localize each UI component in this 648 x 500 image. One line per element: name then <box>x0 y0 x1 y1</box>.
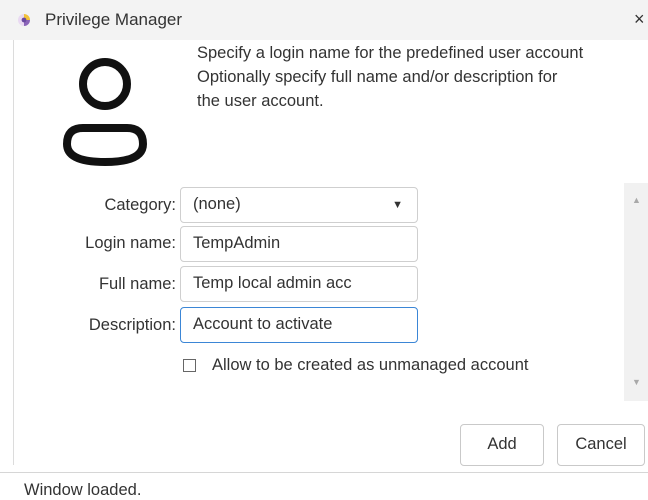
instructions-text: Specify a login name for the predefined … <box>197 44 584 110</box>
scroll-down-arrow-icon[interactable]: ▼ <box>632 377 641 387</box>
login-name-input[interactable]: TempAdmin <box>180 226 418 262</box>
category-select[interactable]: (none) ▼ <box>180 187 418 223</box>
category-label: Category: <box>104 196 176 214</box>
login-name-value: TempAdmin <box>193 234 281 252</box>
unmanaged-account-checkbox[interactable] <box>183 359 196 372</box>
status-text: Window loaded. <box>24 481 142 499</box>
chevron-down-icon: ▼ <box>392 199 403 211</box>
category-value: (none) <box>193 195 241 213</box>
full-name-value: Temp local admin acc <box>193 274 352 292</box>
full-name-input[interactable]: Temp local admin acc <box>180 266 418 302</box>
description-label: Description: <box>88 316 176 334</box>
close-button[interactable]: × <box>634 9 645 29</box>
privilege-manager-icon <box>18 14 30 26</box>
scroll-up-arrow-icon[interactable]: ▲ <box>632 195 641 205</box>
status-bar: Window loaded. <box>0 472 648 500</box>
description-value: Account to activate <box>193 315 333 333</box>
vertical-scrollbar[interactable]: ▲ ▼ <box>624 183 648 401</box>
cancel-button[interactable]: Cancel <box>557 424 645 466</box>
window-title: Privilege Manager <box>45 10 183 29</box>
add-button[interactable]: Add <box>460 424 544 466</box>
full-name-label: Full name: <box>98 275 176 293</box>
login-name-label: Login name: <box>85 234 176 252</box>
unmanaged-account-label[interactable]: Allow to be created as unmanaged account <box>212 356 528 375</box>
user-avatar-icon <box>63 58 147 166</box>
title-bar: Privilege Manager × <box>0 0 648 40</box>
description-input[interactable]: Account to activate <box>180 307 418 343</box>
